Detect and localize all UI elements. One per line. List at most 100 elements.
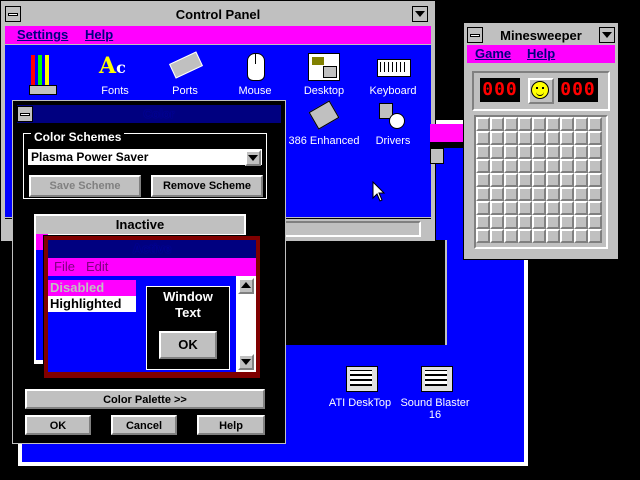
mine-cell[interactable] <box>532 215 546 229</box>
mine-cell[interactable] <box>532 117 546 131</box>
mine-cell[interactable] <box>574 229 588 243</box>
mine-cell[interactable] <box>560 229 574 243</box>
dropdown-arrow-button[interactable] <box>245 150 261 166</box>
mine-cell[interactable] <box>490 131 504 145</box>
mine-cell[interactable] <box>504 131 518 145</box>
mine-cell[interactable] <box>476 131 490 145</box>
mine-cell[interactable] <box>476 187 490 201</box>
save-scheme-button[interactable]: Save Scheme <box>28 174 142 198</box>
mine-cell[interactable] <box>560 159 574 173</box>
mine-cell[interactable] <box>588 187 602 201</box>
control-panel-item-keyboard[interactable]: Keyboard <box>353 51 433 99</box>
color-applet-icon[interactable] <box>29 53 61 95</box>
mine-cell[interactable] <box>476 229 490 243</box>
mine-cell[interactable] <box>504 159 518 173</box>
mine-cell[interactable] <box>560 201 574 215</box>
mine-cell[interactable] <box>518 215 532 229</box>
help-button[interactable]: Help <box>196 414 266 436</box>
mine-cell[interactable] <box>560 131 574 145</box>
mine-cell[interactable] <box>588 117 602 131</box>
control-panel-item-ports[interactable]: Ports <box>145 51 225 99</box>
mine-cell[interactable] <box>546 145 560 159</box>
mine-cell[interactable] <box>504 215 518 229</box>
mine-cell[interactable] <box>574 215 588 229</box>
title-bar[interactable]: Minesweeper <box>467 26 615 44</box>
minimize-button[interactable] <box>599 27 615 43</box>
mine-cell[interactable] <box>490 201 504 215</box>
program-item-sound-blaster[interactable]: Sound Blaster 16 <box>395 366 475 426</box>
mine-cell[interactable] <box>490 173 504 187</box>
mine-cell[interactable] <box>588 145 602 159</box>
mine-cell[interactable] <box>588 173 602 187</box>
mine-cell[interactable] <box>532 145 546 159</box>
mine-cell[interactable] <box>490 215 504 229</box>
remove-scheme-button[interactable]: Remove Scheme <box>150 174 264 198</box>
mine-cell[interactable] <box>574 159 588 173</box>
title-bar[interactable]: Control Panel <box>5 5 431 25</box>
cancel-button[interactable]: Cancel <box>110 414 178 436</box>
mine-cell[interactable] <box>490 117 504 131</box>
smiley-button[interactable] <box>528 78 554 104</box>
control-panel-item-mouse[interactable]: Mouse <box>215 51 295 99</box>
mine-cell[interactable] <box>532 159 546 173</box>
mine-cell[interactable] <box>504 117 518 131</box>
menu-game[interactable]: Game <box>475 45 511 63</box>
menu-settings[interactable]: Settings <box>17 26 68 44</box>
control-panel-item-fonts[interactable]: Ac Fonts <box>75 51 155 99</box>
control-panel-item-desktop[interactable]: Desktop <box>284 51 364 99</box>
title-bar[interactable]: Color <box>17 105 281 123</box>
program-item-ati-desktop[interactable]: ATI DeskTop <box>320 366 400 416</box>
mine-grid[interactable] <box>474 115 608 249</box>
mine-cell[interactable] <box>546 173 560 187</box>
mine-cell[interactable] <box>574 117 588 131</box>
mine-cell[interactable] <box>546 131 560 145</box>
mine-cell[interactable] <box>532 201 546 215</box>
mine-cell[interactable] <box>532 131 546 145</box>
mine-cell[interactable] <box>504 229 518 243</box>
mine-cell[interactable] <box>518 173 532 187</box>
mine-cell[interactable] <box>560 117 574 131</box>
mine-cell[interactable] <box>532 173 546 187</box>
mine-cell[interactable] <box>588 229 602 243</box>
mine-cell[interactable] <box>574 187 588 201</box>
mine-cell[interactable] <box>504 187 518 201</box>
mine-cell[interactable] <box>588 201 602 215</box>
system-menu-icon[interactable] <box>467 27 483 43</box>
mine-cell[interactable] <box>504 173 518 187</box>
menu-help[interactable]: Help <box>85 26 113 44</box>
mine-cell[interactable] <box>546 187 560 201</box>
menu-help[interactable]: Help <box>527 45 555 63</box>
color-scheme-dropdown[interactable]: Plasma Power Saver <box>27 148 263 166</box>
mine-cell[interactable] <box>504 145 518 159</box>
mine-cell[interactable] <box>476 117 490 131</box>
mine-cell[interactable] <box>588 159 602 173</box>
mine-cell[interactable] <box>518 145 532 159</box>
mine-cell[interactable] <box>546 159 560 173</box>
mine-cell[interactable] <box>574 173 588 187</box>
mine-cell[interactable] <box>490 145 504 159</box>
system-menu-icon[interactable] <box>17 106 33 122</box>
mine-cell[interactable] <box>518 187 532 201</box>
mine-cell[interactable] <box>490 229 504 243</box>
ok-button[interactable]: OK <box>24 414 92 436</box>
mine-cell[interactable] <box>546 215 560 229</box>
mine-cell[interactable] <box>476 215 490 229</box>
mine-cell[interactable] <box>546 229 560 243</box>
color-palette-button[interactable]: Color Palette >> <box>24 388 266 410</box>
mine-cell[interactable] <box>546 201 560 215</box>
mine-cell[interactable] <box>518 229 532 243</box>
mine-cell[interactable] <box>560 215 574 229</box>
mine-cell[interactable] <box>476 201 490 215</box>
mine-cell[interactable] <box>476 159 490 173</box>
mine-cell[interactable] <box>504 201 518 215</box>
control-panel-item-386-enhanced[interactable]: 386 Enhanced <box>284 100 364 149</box>
control-panel-item-drivers[interactable]: Drivers <box>353 101 433 149</box>
mine-cell[interactable] <box>574 201 588 215</box>
mine-cell[interactable] <box>490 187 504 201</box>
mine-cell[interactable] <box>518 201 532 215</box>
mine-cell[interactable] <box>490 159 504 173</box>
system-menu-icon[interactable] <box>5 6 21 22</box>
mine-cell[interactable] <box>518 159 532 173</box>
mine-cell[interactable] <box>574 145 588 159</box>
mine-cell[interactable] <box>560 187 574 201</box>
